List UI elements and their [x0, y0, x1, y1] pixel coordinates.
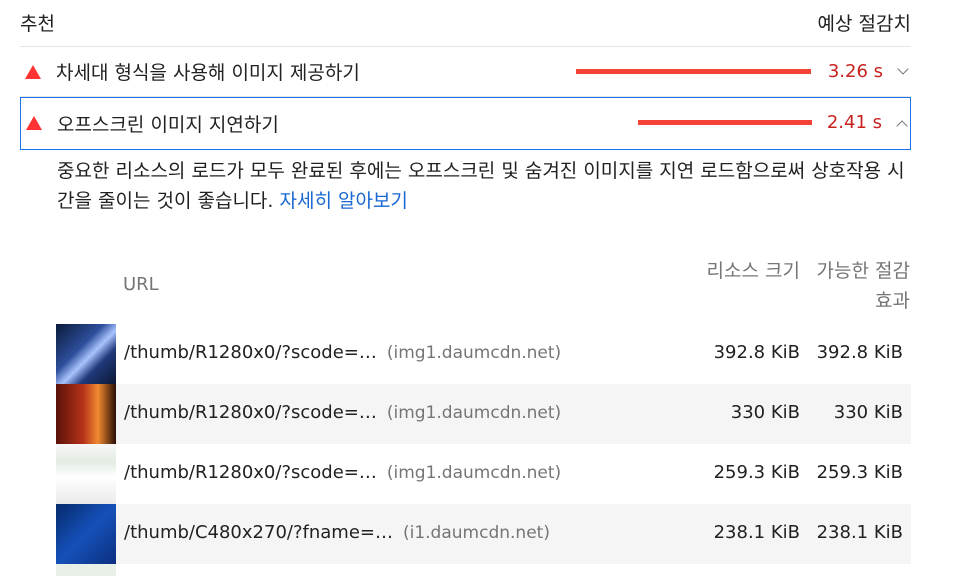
audit-offscreen-images[interactable]: 오프스크린 이미지 지연하기 2.41 s [20, 97, 911, 150]
resource-host: (img1.daumcdn.net) [386, 463, 562, 483]
thumbnail-image [56, 504, 116, 564]
table-row[interactable]: /thumb/R1280x0/?scode=… (img1.daumcdn.net… [56, 324, 911, 384]
audit-savings-value: 3.26 s [827, 61, 883, 82]
column-header-potential-savings: 가능한 절감 효과 [816, 260, 910, 312]
column-header-resource-size: 리소스 크기 [706, 260, 800, 282]
header-title: 추천 [20, 13, 55, 35]
table-row[interactable]: /thumb/R1280x0/?scode=… (img1.daumcdn.net… [56, 384, 911, 444]
column-header-url: URL [123, 274, 159, 295]
resource-url[interactable]: /thumb/R1280x0/?scode=… (img1.daumcdn.net… [124, 342, 561, 363]
resource-size: 392.8 KiB [713, 342, 800, 363]
audit-title: 차세대 형식을 사용해 이미지 제공하기 [56, 62, 360, 84]
audit-description: 중요한 리소스의 로드가 모두 완료된 후에는 오프스크린 및 숨겨진 이미지를… [57, 156, 907, 216]
thumbnail-image [56, 384, 116, 444]
header-savings-label: 예상 절감치 [817, 13, 911, 35]
savings-bar [638, 120, 812, 125]
fail-triangle-icon [25, 65, 41, 79]
learn-more-link[interactable]: 자세히 알아보기 [280, 190, 408, 212]
table-row[interactable]: /thumb/C480x270/?fname=… (i1.daumcdn.net)… [56, 504, 911, 564]
audit-next-gen-formats[interactable]: 차세대 형식을 사용해 이미지 제공하기 3.26 s [20, 47, 911, 97]
resource-size: 238.1 KiB [713, 522, 800, 543]
resource-host: (img1.daumcdn.net) [386, 403, 562, 423]
chevron-up-icon[interactable] [896, 120, 908, 132]
description-text: 중요한 리소스의 로드가 모두 완료된 후에는 오프스크린 및 숨겨진 이미지를… [57, 160, 905, 212]
recommendations-header: 추천 예상 절감치 [20, 0, 911, 47]
resource-size: 330 KiB [730, 402, 800, 423]
table-row[interactable]: /thumb/R1280x0/?scode=… (img1.daumcdn.net… [56, 444, 911, 504]
thumbnail-image [56, 444, 116, 504]
thumbnail-image [56, 324, 116, 384]
table-row-partial[interactable] [56, 564, 911, 576]
resource-url[interactable]: /thumb/C480x270/?fname=… (i1.daumcdn.net) [124, 522, 550, 543]
resource-url[interactable]: /thumb/R1280x0/?scode=… (img1.daumcdn.net… [124, 462, 561, 483]
potential-savings: 392.8 KiB [816, 342, 903, 363]
savings-bar [576, 69, 811, 74]
thumbnail-image [56, 564, 116, 576]
resource-host: (img1.daumcdn.net) [386, 343, 562, 363]
resource-host: (i1.daumcdn.net) [402, 523, 550, 543]
audit-title: 오프스크린 이미지 지연하기 [57, 114, 279, 136]
resource-url[interactable]: /thumb/R1280x0/?scode=… (img1.daumcdn.net… [124, 402, 561, 423]
potential-savings: 330 KiB [833, 402, 903, 423]
resource-size: 259.3 KiB [713, 462, 800, 483]
potential-savings: 238.1 KiB [816, 522, 903, 543]
fail-triangle-icon [26, 116, 42, 130]
audit-savings-value: 2.41 s [826, 112, 882, 133]
chevron-down-icon[interactable] [897, 63, 909, 75]
potential-savings: 259.3 KiB [816, 462, 903, 483]
